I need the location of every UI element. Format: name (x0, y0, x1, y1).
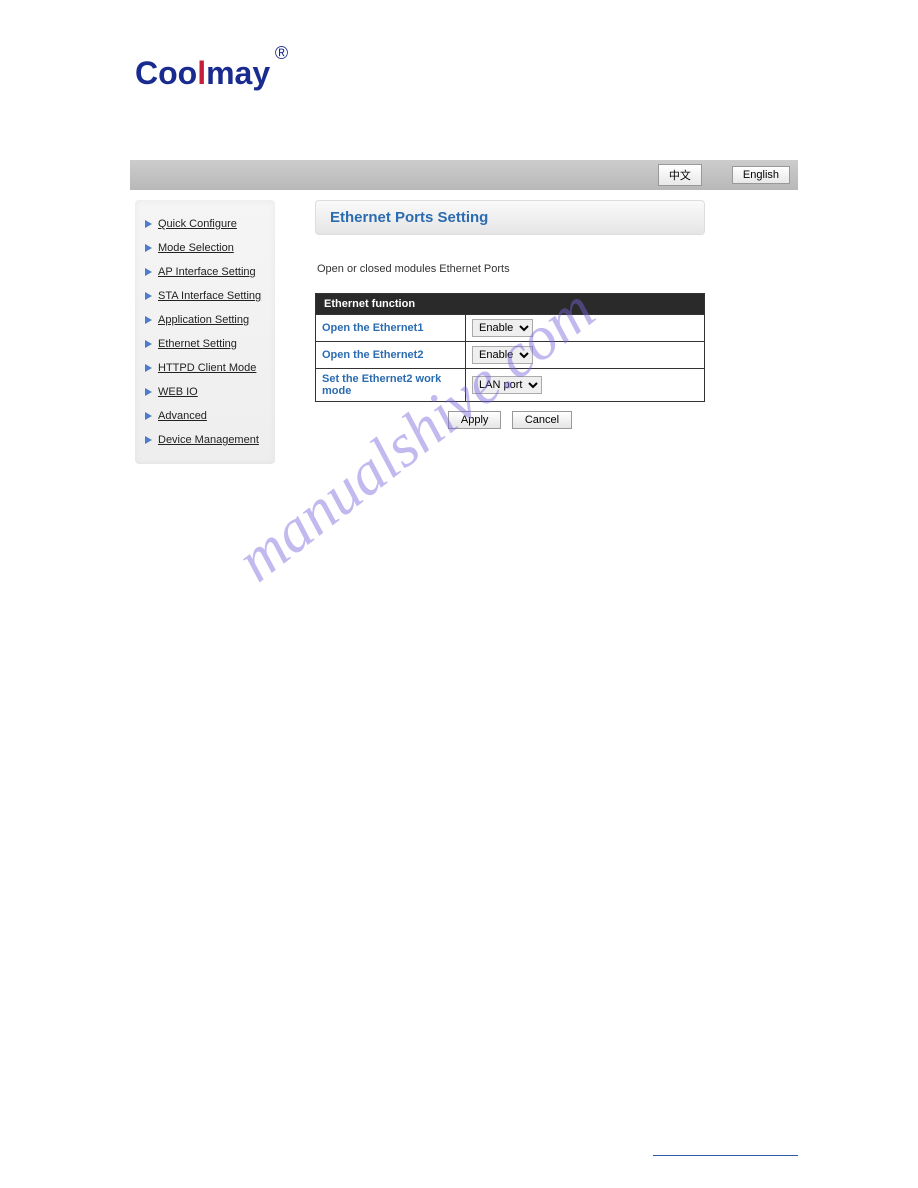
row-label-ethernet2-mode: Set the Ethernet2 work mode (316, 369, 466, 402)
sidebar-item-label[interactable]: Ethernet Setting (158, 338, 237, 350)
sidebar-item-advanced[interactable]: Advanced (145, 404, 265, 428)
table-header: Ethernet function (316, 294, 705, 315)
lang-chinese-button[interactable]: 中文 (658, 164, 702, 186)
sidebar-item-quick-configure[interactable]: Quick Configure (145, 212, 265, 236)
page-header: Ethernet Ports Setting (315, 200, 705, 235)
sidebar-item-application[interactable]: Application Setting (145, 308, 265, 332)
arrow-icon (145, 412, 152, 420)
sidebar-item-sta-interface[interactable]: STA Interface Setting (145, 284, 265, 308)
sidebar-item-web-io[interactable]: WEB IO (145, 380, 265, 404)
action-buttons: Apply Cancel (315, 402, 705, 437)
arrow-icon (145, 340, 152, 348)
sidebar-item-label[interactable]: Mode Selection (158, 242, 234, 254)
sidebar-item-ap-interface[interactable]: AP Interface Setting (145, 260, 265, 284)
brand-logo: Coolmay ® (135, 55, 270, 92)
cancel-button[interactable]: Cancel (512, 411, 572, 429)
sidebar-item-label[interactable]: Advanced (158, 410, 207, 422)
sidebar-nav: Quick Configure Mode Selection AP Interf… (135, 200, 275, 464)
arrow-icon (145, 316, 152, 324)
arrow-icon (145, 220, 152, 228)
arrow-icon (145, 268, 152, 276)
main-content: Ethernet Ports Setting Open or closed mo… (315, 200, 705, 464)
sidebar-item-label[interactable]: AP Interface Setting (158, 266, 256, 278)
logo-part-2: l (197, 55, 206, 91)
row-label-ethernet1: Open the Ethernet1 (316, 315, 466, 342)
sidebar-item-device-management[interactable]: Device Management (145, 428, 265, 452)
sidebar-item-mode-selection[interactable]: Mode Selection (145, 236, 265, 260)
table-row: Open the Ethernet2 Enable (316, 342, 705, 369)
logo-part-3: may (206, 55, 270, 91)
ethernet-settings-table: Ethernet function Open the Ethernet1 Ena… (315, 293, 705, 402)
table-row: Set the Ethernet2 work mode LAN port (316, 369, 705, 402)
table-row: Open the Ethernet1 Enable (316, 315, 705, 342)
sidebar-item-label[interactable]: WEB IO (158, 386, 198, 398)
arrow-icon (145, 292, 152, 300)
registered-mark: ® (275, 43, 288, 64)
arrow-icon (145, 436, 152, 444)
logo-part-1: Coo (135, 55, 197, 91)
arrow-icon (145, 388, 152, 396)
ethernet2-select[interactable]: Enable (472, 346, 533, 364)
sidebar-item-label[interactable]: HTTPD Client Mode (158, 362, 256, 374)
footer-line (653, 1155, 798, 1156)
sidebar-item-label[interactable]: STA Interface Setting (158, 290, 261, 302)
arrow-icon (145, 244, 152, 252)
row-label-ethernet2: Open the Ethernet2 (316, 342, 466, 369)
lang-english-button[interactable]: English (732, 166, 790, 184)
sidebar-item-label[interactable]: Quick Configure (158, 218, 237, 230)
apply-button[interactable]: Apply (448, 411, 502, 429)
ethernet1-select[interactable]: Enable (472, 319, 533, 337)
ethernet2-mode-select[interactable]: LAN port (472, 376, 542, 394)
page-description: Open or closed modules Ethernet Ports (315, 263, 705, 275)
sidebar-item-label[interactable]: Application Setting (158, 314, 249, 326)
page-title: Ethernet Ports Setting (330, 209, 690, 226)
sidebar-item-httpd-client[interactable]: HTTPD Client Mode (145, 356, 265, 380)
arrow-icon (145, 364, 152, 372)
sidebar-item-label[interactable]: Device Management (158, 434, 259, 446)
language-bar: 中文 English (130, 160, 798, 190)
sidebar-item-ethernet[interactable]: Ethernet Setting (145, 332, 265, 356)
